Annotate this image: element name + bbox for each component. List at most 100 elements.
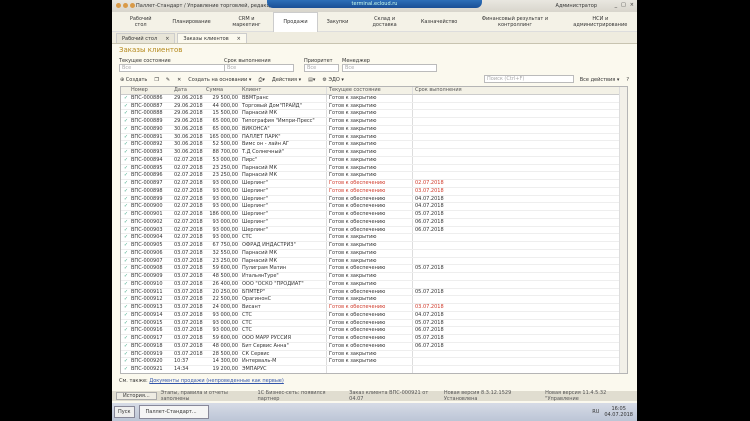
table-row[interactable]: ✓ ВПС-000888 29.06.2018 15 500,00 Парнасий М…: [121, 110, 627, 118]
section-item[interactable]: Казначейство: [412, 12, 467, 32]
table-row[interactable]: ✓ ВПС-000906 03.07.2018 32 550,00 Парнасий М…: [121, 249, 627, 258]
report-icon[interactable]: ▤▾: [308, 77, 315, 83]
cell-sum: 20 250,00: [212, 288, 238, 295]
notification-item[interactable]: Заказ клиента ВПС-000921 от 04.07: [349, 390, 440, 402]
close-tab-icon[interactable]: ×: [165, 36, 169, 42]
col-client[interactable]: Клиент: [240, 87, 326, 94]
start-button[interactable]: Пуск: [114, 406, 135, 418]
cell-state: Готов к обеспечению: [326, 311, 412, 319]
table-row[interactable]: ✓ ВПС-000919 03.07.2018 28 500,00 СК Сервис Г…: [121, 350, 627, 359]
cell-client: Пирс": [242, 156, 258, 163]
table-row[interactable]: ✓ ВПС-000905 03.07.2018 67 750,00 ОФРАД ИНДА…: [121, 242, 627, 250]
history-button[interactable]: История...: [116, 392, 157, 400]
posted-doc-icon: ✓: [123, 187, 129, 194]
cell-sum: 93 000,00: [212, 203, 238, 210]
table-row[interactable]: ✓ ВПС-000918 03.07.2018 48 000,00 Бит Сервис…: [121, 342, 627, 351]
table-row[interactable]: ✓ ВПС-000895 02.07.2018 23 250,00 Парнасий М…: [121, 164, 627, 173]
table-row[interactable]: ✓ ВПС-000915 03.07.2018 93 000,00 СТС Готов к…: [121, 319, 627, 328]
section-item[interactable]: Планирование: [163, 12, 219, 32]
edo-button[interactable]: ⚙ ЭДО ▾: [322, 77, 344, 83]
manager-filter-input[interactable]: Все: [342, 64, 437, 72]
deadline-filter-input[interactable]: Все: [224, 64, 294, 72]
table-row[interactable]: ✓ ВПС-000917 03.07.2018 59 600,00 ООО МАРР Р…: [121, 335, 627, 343]
table-row[interactable]: ✓ ВПС-000921 14:34 19 200,00 ЭМПАРУС: [121, 366, 627, 373]
table-row[interactable]: ✓ ВПС-000908 03.07.2018 59 600,00 Пулиграм М…: [121, 265, 627, 273]
notification-item[interactable]: 1С Бизнес-сеть: появился партнер: [258, 390, 346, 402]
table-row[interactable]: ✓ ВПС-000907 03.07.2018 23 250,00 Парнасий М…: [121, 257, 627, 266]
table-row[interactable]: ✓ ВПС-000901 02.07.2018 186 000,00 Шерлинг" Г…: [121, 211, 627, 219]
table-row[interactable]: ✓ ВПС-000894 02.07.2018 53 000,00 Пирс" Готов…: [121, 156, 627, 165]
help-icon[interactable]: ?: [626, 77, 629, 83]
cell-date: 03.07.2018: [174, 327, 203, 334]
cell-sum: 48 500,00: [212, 273, 238, 279]
table-row[interactable]: ✓ ВПС-000886 29.06.2018 29 500,00 ВВМТранс Го…: [121, 94, 627, 103]
tab-desktop[interactable]: Рабочий стол ×: [116, 33, 176, 43]
table-row[interactable]: ✓ ВПС-000889 29.06.2018 65 000,00 Типография…: [121, 118, 627, 126]
history-bar: История... Этапы, правила и отчеты запол…: [112, 390, 637, 402]
cell-number: ВПС-000889: [131, 118, 163, 124]
print-icon[interactable]: ⎙▾: [258, 77, 265, 83]
section-item[interactable]: Закупки: [318, 12, 358, 32]
table-row[interactable]: ✓ ВПС-000902 02.07.2018 93 000,00 Шерлинг" Го…: [121, 218, 627, 227]
table-row[interactable]: ✓ ВПС-000893 30.06.2018 88 700,00 Т.Д Солнеч…: [121, 149, 627, 157]
delete-icon[interactable]: ✕: [177, 77, 181, 83]
user-name[interactable]: Администратор: [556, 3, 597, 9]
table-row[interactable]: ✓ ВПС-000904 02.07.2018 93 000,00 СТС Готов к…: [121, 234, 627, 242]
table-row[interactable]: ✓ ВПС-000913 03.07.2018 24 000,00 Висант Гото…: [121, 304, 627, 312]
col-date[interactable]: Дата: [174, 87, 206, 94]
actions-button[interactable]: Действия ▾: [272, 77, 301, 83]
table-row[interactable]: ✓ ВПС-000910 03.07.2018 26 400,00 ООО "ОСКО …: [121, 280, 627, 289]
table-row[interactable]: ✓ ВПС-000890 30.06.2018 65 000,00 ВИКОНСА" Го…: [121, 125, 627, 134]
cell-deadline: [412, 156, 627, 164]
minimize-icon[interactable]: _: [615, 2, 618, 8]
table-row[interactable]: ✓ ВПС-000900 02.07.2018 93 000,00 Шерлинг" Го…: [121, 203, 627, 211]
table-row[interactable]: ✓ ВПС-000892 30.06.2018 52 500,00 Вимс он - …: [121, 141, 627, 149]
notification-item[interactable]: Новая версия 8.3.12.1529 Установлена: [444, 390, 541, 402]
col-deadline[interactable]: Срок выполнения: [412, 87, 627, 94]
table-row[interactable]: ✓ ВПС-000920 10:37 14 300,00 Интерваль-М Гото…: [121, 358, 627, 366]
table-row[interactable]: ✓ ВПС-000887 29.06.2018 44 000,00 Торговый Д…: [121, 102, 627, 111]
table-row[interactable]: ✓ ВПС-000911 03.07.2018 20 250,00 БПМТЕР" Гот…: [121, 288, 627, 297]
priority-filter-input[interactable]: Все: [304, 64, 339, 72]
table-row[interactable]: ✓ ВПС-000903 02.07.2018 93 000,00 Шерлинг" Го…: [121, 226, 627, 235]
cell-client: Т.Д Солнечный": [242, 149, 284, 155]
section-item[interactable]: Склад и доставка: [357, 12, 411, 32]
col-state[interactable]: Текущее состояние: [326, 87, 412, 94]
close-icon[interactable]: ×: [630, 2, 634, 8]
table-row[interactable]: ✓ ВПС-000916 03.07.2018 93 000,00 СТС Готов к…: [121, 327, 627, 335]
posted-doc-icon: ✓: [123, 319, 129, 326]
vertical-scrollbar[interactable]: [619, 87, 627, 373]
table-row[interactable]: ✓ ВПС-000899 02.07.2018 93 000,00 Шерлинг" Го…: [121, 195, 627, 204]
table-row[interactable]: ✓ ВПС-000898 02.07.2018 93 000,00 Шерлинг" Го…: [121, 187, 627, 196]
copy-icon[interactable]: ❐: [154, 77, 158, 83]
edit-icon[interactable]: ✎: [166, 77, 170, 83]
see-also-link[interactable]: Документы продажи (непроведенные как пер…: [149, 378, 284, 384]
table-row[interactable]: ✓ ВПС-000914 03.07.2018 93 000,00 СТС Готов к…: [121, 311, 627, 320]
table-row[interactable]: ✓ ВПС-000891 30.06.2018 165 000,00 ПАЛЛЕТ ПА…: [121, 133, 627, 142]
section-item[interactable]: НСИ и администрирование: [564, 12, 637, 32]
table-row[interactable]: ✓ ВПС-000909 03.07.2018 48 500,00 ИтальянТур…: [121, 273, 627, 281]
table-row[interactable]: ✓ ВПС-000896 02.07.2018 23 250,00 Парнасий М…: [121, 172, 627, 180]
maximize-icon[interactable]: □: [621, 2, 626, 8]
tab-customer-orders[interactable]: Заказы клиентов ×: [177, 33, 247, 43]
notification-item[interactable]: Этапы, правила и отчеты заполнены: [161, 390, 254, 402]
section-item[interactable]: Финансовый результат и контроллинг: [466, 12, 563, 32]
notification-item[interactable]: Новая версия 11.4.5.32 "Управление: [545, 390, 637, 402]
table-row[interactable]: ✓ ВПС-000912 03.07.2018 22 500,00 ОрагинонС Г…: [121, 296, 627, 304]
cell-date: 02.07.2018: [174, 203, 203, 210]
all-actions-button[interactable]: Все действия ▾: [580, 77, 620, 83]
section-item[interactable]: Рабочий стол: [118, 12, 163, 32]
search-input[interactable]: Поиск (Ctrl+F): [484, 75, 574, 83]
col-number[interactable]: Номер: [131, 87, 174, 94]
table-row[interactable]: ✓ ВПС-000897 02.07.2018 93 000,00 Шерлинг" Го…: [121, 180, 627, 188]
create-based-button[interactable]: Создать на основании ▾: [188, 77, 251, 83]
create-button[interactable]: ⊕ Создать: [120, 77, 147, 83]
taskbar-app-button[interactable]: Паллет-Стандарт...: [138, 405, 209, 419]
section-item[interactable]: CRM и маркетинг: [220, 12, 274, 32]
close-tab-icon[interactable]: ×: [237, 36, 241, 42]
section-item[interactable]: Продажи: [273, 11, 318, 32]
language-indicator[interactable]: RU: [592, 409, 599, 415]
cell-deadline: [412, 234, 627, 241]
col-sum[interactable]: Сумма: [206, 87, 240, 94]
posted-doc-icon: ✓: [123, 304, 129, 310]
